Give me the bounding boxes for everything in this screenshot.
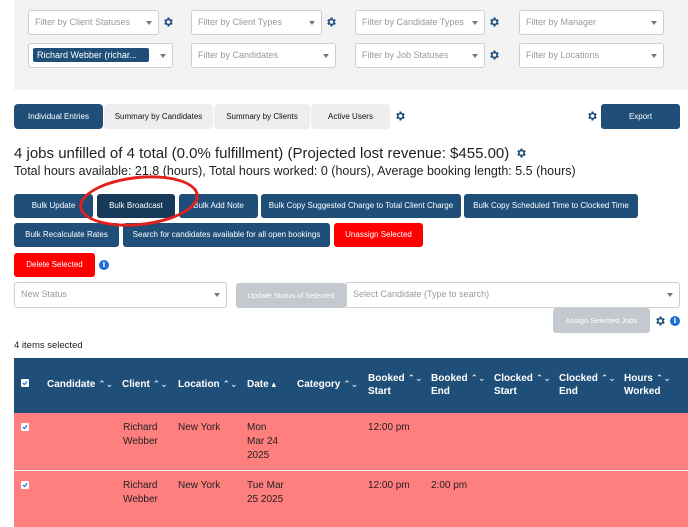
chevron-down-icon: [309, 21, 315, 25]
column-category[interactable]: Category ⌃⌄: [297, 378, 358, 391]
cell-booked-start: 12:00 pm: [368, 480, 410, 491]
cell-booked-end: 2:00 pm: [431, 480, 468, 491]
sort-icon: ⌃⌄: [98, 379, 114, 389]
table-header: Candidate ⌃⌄ Client ⌃⌄ Location ⌃⌄ Date …: [14, 358, 688, 413]
client-type-filter[interactable]: Filter by Client Types: [191, 10, 322, 35]
assign-selected-jobs-button[interactable]: Assign Selected Jobs: [553, 308, 650, 333]
sort-icon: ⌃⌄: [407, 373, 423, 383]
row-checkbox[interactable]: [21, 481, 29, 489]
column-client[interactable]: Client ⌃⌄: [122, 378, 168, 391]
bulk-broadcast-button[interactable]: Bulk Broadcast: [97, 194, 175, 218]
sort-icon: ⌃⌄: [655, 373, 671, 383]
sort-ascending-icon: ▴: [271, 379, 276, 389]
check-icon: [22, 381, 28, 386]
chevron-down-icon: [667, 293, 673, 297]
sort-icon: ⌃⌄: [222, 379, 238, 389]
row-checkbox[interactable]: [21, 423, 29, 431]
gear-icon[interactable]: [325, 16, 337, 28]
selection-count: 4 items selected: [14, 340, 83, 351]
column-booked-end[interactable]: Booked ⌃⌄ End: [431, 372, 486, 398]
client-filter[interactable]: Richard Webber (richar...: [28, 43, 173, 68]
cell-location: New York: [178, 422, 221, 433]
info-icon[interactable]: i: [99, 260, 109, 270]
column-candidate[interactable]: Candidate ⌃⌄: [47, 378, 113, 391]
candidate-select[interactable]: Select Candidate (Type to search): [346, 282, 680, 308]
gear-icon[interactable]: [394, 110, 406, 122]
gear-icon[interactable]: [162, 16, 174, 28]
filter-panel: Filter by Client Statuses Filter by Clie…: [14, 0, 688, 90]
client-status-filter[interactable]: Filter by Client Statuses: [28, 10, 159, 35]
gear-icon[interactable]: [586, 110, 598, 122]
job-status-filter[interactable]: Filter by Job Statuses: [355, 43, 485, 68]
export-button[interactable]: Export: [601, 104, 680, 129]
tab-individual-entries[interactable]: Individual Entries: [14, 104, 103, 129]
search-candidates-button[interactable]: Search for candidates available for all …: [123, 223, 330, 247]
new-status-select[interactable]: New Status: [14, 282, 227, 308]
candidate-filter[interactable]: Filter by Candidates: [191, 43, 336, 68]
tab-summary-by-candidates[interactable]: Summary by Candidates: [104, 104, 213, 129]
gear-icon[interactable]: [488, 49, 500, 61]
selected-client-chip[interactable]: Richard Webber (richar...: [33, 48, 149, 62]
bulk-update-button[interactable]: Bulk Update: [14, 194, 93, 218]
column-hours-worked[interactable]: Hours ⌃⌄ Worked: [624, 372, 671, 398]
manager-filter[interactable]: Filter by Manager: [519, 10, 664, 35]
gear-icon[interactable]: [654, 315, 666, 327]
cell-booked-start: 12:00 pm: [368, 422, 410, 433]
chevron-down-icon: [472, 54, 478, 58]
check-icon: [22, 483, 28, 488]
unassign-selected-button[interactable]: Unassign Selected: [334, 223, 423, 247]
fulfillment-summary: 4 jobs unfilled of 4 total (0.0% fulfill…: [14, 145, 527, 162]
column-date[interactable]: Date ▴: [247, 378, 276, 391]
sort-icon: ⌃⌄: [343, 379, 359, 389]
tab-summary-by-clients[interactable]: Summary by Clients: [214, 104, 310, 129]
column-location[interactable]: Location ⌃⌄: [178, 378, 238, 391]
column-booked-start[interactable]: Booked ⌃⌄ Start: [368, 372, 423, 398]
chevron-down-icon: [323, 54, 329, 58]
delete-selected-button[interactable]: Delete Selected: [14, 253, 95, 277]
hours-summary: Total hours available: 21.8 (hours), Tot…: [14, 164, 576, 178]
cell-client: Richard Webber: [123, 480, 158, 505]
info-icon[interactable]: i: [670, 316, 680, 326]
sort-icon: ⌃⌄: [152, 379, 168, 389]
bulk-add-note-button[interactable]: Bulk Add Note: [179, 194, 258, 218]
cell-date: Mon Mar 24 2025: [247, 422, 279, 461]
tab-active-users[interactable]: Active Users: [311, 104, 390, 129]
chevron-down-icon: [160, 54, 166, 58]
chevron-down-icon: [146, 21, 152, 25]
bulk-copy-charge-button[interactable]: Bulk Copy Suggested Charge to Total Clie…: [261, 194, 461, 218]
chevron-down-icon: [651, 21, 657, 25]
table-row[interactable]: Richard Webber New York Tue Mar 25 2025 12…: [14, 470, 688, 527]
table-row[interactable]: Richard Webber New York Mon Mar 24 2025 12:…: [14, 413, 688, 470]
column-clocked-end[interactable]: Clocked ⌃⌄ End: [559, 372, 616, 398]
sort-icon: ⌃⌄: [600, 373, 616, 383]
column-clocked-start[interactable]: Clocked ⌃⌄ Start: [494, 372, 551, 398]
cell-location: New York: [178, 480, 221, 491]
select-all-checkbox[interactable]: [21, 379, 29, 387]
bulk-copy-time-button[interactable]: Bulk Copy Scheduled Time to Clocked Time: [464, 194, 638, 218]
sort-icon: ⌃⌄: [470, 373, 486, 383]
gear-icon[interactable]: [515, 147, 527, 159]
update-status-button[interactable]: Update Status of Selected: [236, 283, 346, 308]
gear-icon[interactable]: [488, 16, 500, 28]
chevron-down-icon: [651, 54, 657, 58]
bulk-recalculate-button[interactable]: Bulk Recalculate Rates: [14, 223, 119, 247]
chevron-down-icon: [472, 21, 478, 25]
cell-date: Tue Mar 25 2025: [247, 480, 284, 505]
sort-icon: ⌃⌄: [535, 373, 551, 383]
location-filter[interactable]: Filter by Locations: [519, 43, 664, 68]
candidate-type-filter[interactable]: Filter by Candidate Types: [355, 10, 485, 35]
check-icon: [22, 425, 28, 430]
chevron-down-icon: [214, 293, 220, 297]
cell-client: Richard Webber: [123, 422, 158, 447]
